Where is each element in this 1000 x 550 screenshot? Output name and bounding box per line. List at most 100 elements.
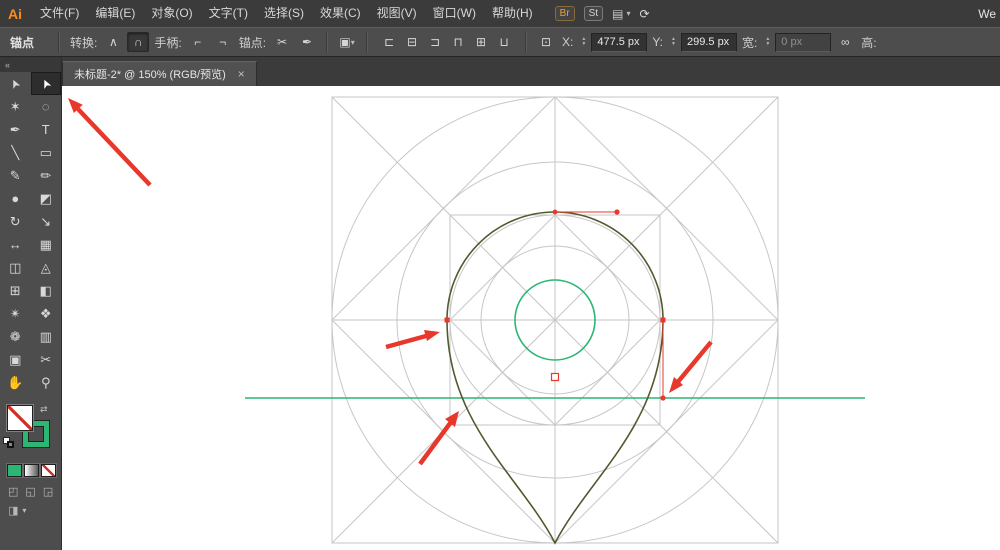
magic-wand-tool-icon: ✶: [9, 98, 21, 114]
align-group: ⊏ ⊟ ⊐ ⊓ ⊞ ⊔: [376, 32, 517, 52]
tool-eraser[interactable]: ◩: [31, 187, 62, 210]
pen-tool-icon: ✒: [9, 121, 21, 137]
tool-direct-selection[interactable]: ➤: [30, 72, 61, 95]
top-handle-end-point[interactable]: [614, 209, 620, 215]
collapse-panel-icon[interactable]: «: [5, 60, 10, 70]
drawing-mode-icon-2[interactable]: ◲: [43, 485, 53, 498]
menu-item[interactable]: 文件(F): [32, 0, 87, 27]
width-stepper[interactable]: ▲ ▼: [765, 37, 770, 47]
anchor-panel-label: 锚点: [10, 35, 35, 50]
menu-item[interactable]: 效果(C): [312, 0, 369, 27]
tool-slice[interactable]: ✂: [31, 348, 62, 371]
app-logo[interactable]: Ai: [0, 6, 32, 22]
link-dimensions-icon[interactable]: ∞: [834, 32, 856, 52]
tool-artboard[interactable]: ▣: [0, 348, 31, 371]
st-button[interactable]: St: [583, 6, 604, 21]
fill-color-swatch[interactable]: [7, 405, 33, 431]
menu-item[interactable]: 文字(T): [201, 0, 256, 27]
tool-lasso[interactable]: ◌: [31, 95, 62, 118]
tool-column-graph[interactable]: ▥: [31, 325, 62, 348]
x-input[interactable]: 477.5 px: [591, 32, 648, 52]
menu-item[interactable]: 编辑(E): [87, 0, 143, 27]
menubar-right-text: We: [978, 6, 996, 21]
tool-rotate[interactable]: ↻: [0, 210, 31, 233]
tool-line-segment[interactable]: ╲: [0, 141, 31, 164]
tool-pen[interactable]: ✒: [0, 118, 31, 141]
tool-perspective-grid[interactable]: ◬: [31, 256, 62, 279]
separator: [525, 31, 528, 53]
right-handle-end-point[interactable]: [660, 395, 666, 401]
tool-rectangle[interactable]: ▭: [31, 141, 62, 164]
canvas[interactable]: [62, 86, 1000, 550]
align-button-2[interactable]: ⊐: [424, 32, 446, 52]
blend-tool-icon: ❖: [39, 305, 52, 321]
tool-shape-builder[interactable]: ◫: [0, 256, 31, 279]
tool-type[interactable]: T: [31, 118, 62, 141]
document-tab[interactable]: 未标题-2* @ 150% (RGB/预览) ×: [62, 61, 257, 86]
drawing-mode-icon-1[interactable]: ◱: [25, 485, 35, 498]
align-button-0[interactable]: ⊏: [378, 32, 400, 52]
tool-eyedropper[interactable]: ✴: [0, 302, 31, 325]
tool-mesh[interactable]: ⊞: [0, 279, 31, 302]
isolate-selection-button[interactable]: ▣ ▾: [336, 32, 358, 52]
align-button-5[interactable]: ⊔: [493, 32, 515, 52]
width-input[interactable]: 0 px: [775, 32, 832, 52]
tool-blob-brush[interactable]: ●: [0, 187, 31, 210]
tool-scale[interactable]: ↘: [31, 210, 62, 233]
gradient-button[interactable]: [24, 464, 39, 477]
y-stepper[interactable]: ▲ ▼: [671, 37, 676, 47]
tool-magic-wand[interactable]: ✶: [0, 95, 31, 118]
drawing-mode-icon-0[interactable]: ◰: [8, 485, 18, 498]
menu-item[interactable]: 对象(O): [143, 0, 200, 27]
align-button-1[interactable]: ⊟: [401, 32, 423, 52]
swap-fill-stroke-icon[interactable]: ⇄: [40, 404, 48, 415]
menu-item[interactable]: 窗口(W): [425, 0, 484, 27]
tool-selection[interactable]: ➤: [0, 72, 31, 95]
align-button-4[interactable]: ⊞: [470, 32, 492, 52]
tools-panel: « ➤ ➤ ✶ ◌ ✒ T ╲ ▭ ✎ ✏ ● ◩ ↻ ↘ ↔ ▦ ◫ ◬ ⊞ ◧ ✴ ❖ ❁ ▥ ▣ ✂ ✋ ⚲ ⇄ ◰ ◱ ◲: [0, 57, 62, 550]
selection-tool-icon: ➤: [6, 75, 24, 92]
default-fill-stroke-icon[interactable]: [3, 437, 14, 448]
tool-paintbrush[interactable]: ✎: [0, 164, 31, 187]
tool-symbol-sprayer[interactable]: ❁: [0, 325, 31, 348]
menu-item[interactable]: 选择(S): [256, 0, 312, 27]
tool-free-transform[interactable]: ▦: [31, 233, 62, 256]
show-handles-button[interactable]: ⌐: [187, 32, 209, 52]
workspace-switcher[interactable]: ▤ ▾: [612, 7, 630, 21]
color-button[interactable]: [7, 464, 22, 477]
top-anchor-point[interactable]: [552, 209, 558, 215]
menu-item[interactable]: 视图(V): [369, 0, 425, 27]
x-stepper[interactable]: ▲ ▼: [581, 37, 586, 47]
artboard-tool-icon: ▣: [9, 351, 22, 367]
tool-pencil[interactable]: ✏: [31, 164, 62, 187]
cut-path-button[interactable]: ✂: [271, 32, 293, 52]
center-reference-point[interactable]: [550, 372, 560, 382]
tool-zoom[interactable]: ⚲: [31, 371, 62, 394]
close-icon[interactable]: ×: [238, 67, 245, 81]
reference-point-icon[interactable]: ⊡: [535, 32, 557, 52]
tool-gradient[interactable]: ◧: [31, 279, 62, 302]
connect-path-button[interactable]: ✒: [296, 32, 318, 52]
chevron-down-icon: ▾: [626, 9, 631, 18]
align-button-3[interactable]: ⊓: [447, 32, 469, 52]
bridge-button[interactable]: Br: [554, 6, 575, 21]
stepper-down-icon[interactable]: ▼: [671, 42, 676, 47]
tool-hand[interactable]: ✋: [0, 371, 31, 394]
left-anchor-point[interactable]: [444, 317, 450, 323]
screen-mode-button[interactable]: ◨ ▾: [0, 498, 61, 517]
tool-width[interactable]: ↔: [0, 233, 31, 256]
stepper-down-icon[interactable]: ▼: [765, 42, 770, 47]
sync-icon[interactable]: ⟳: [639, 7, 649, 21]
zoom-tool-icon: ⚲: [40, 374, 51, 390]
blob-brush-tool-icon: ●: [11, 191, 20, 206]
convert-corner-button[interactable]: ∧: [102, 32, 124, 52]
convert-smooth-button[interactable]: ∩: [127, 32, 150, 52]
stepper-down-icon[interactable]: ▼: [581, 42, 586, 47]
paint-style-buttons: [0, 460, 61, 477]
none-button[interactable]: [41, 464, 56, 477]
hide-handles-button[interactable]: ¬: [212, 32, 234, 52]
menu-item[interactable]: 帮助(H): [484, 0, 541, 27]
tool-blend[interactable]: ❖: [31, 302, 62, 325]
y-input[interactable]: 299.5 px: [680, 32, 737, 52]
eraser-tool-icon: ◩: [39, 190, 52, 206]
